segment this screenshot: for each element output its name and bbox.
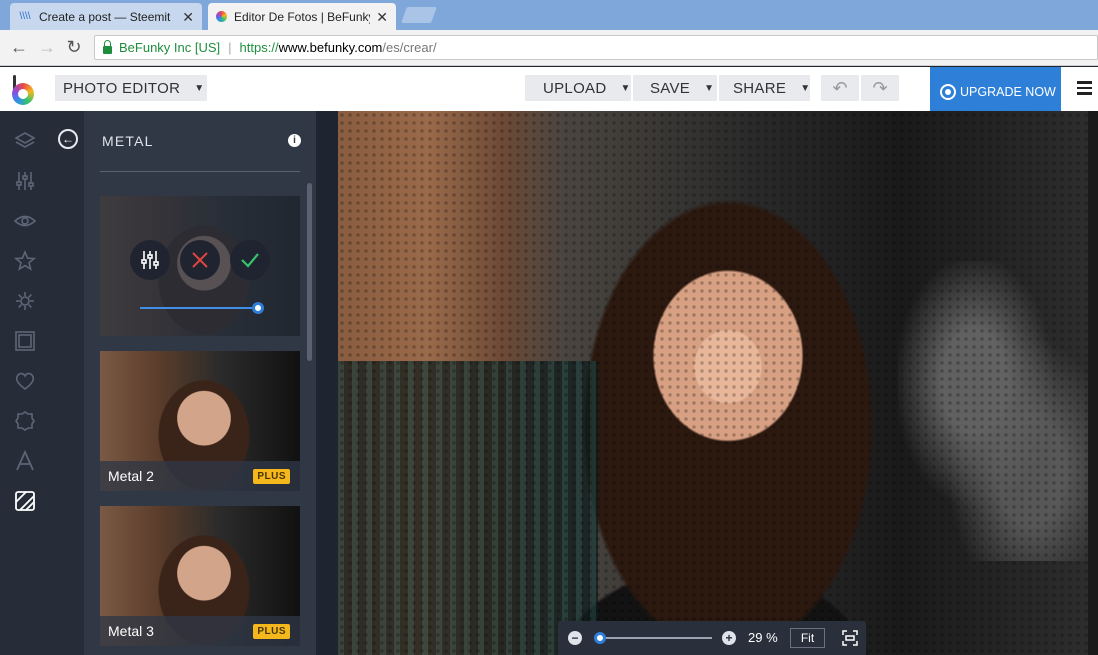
secure-label: BeFunky Inc [US]: [119, 40, 221, 55]
caret-down-icon: ▼: [704, 82, 715, 94]
redo-icon: ↷: [872, 77, 888, 98]
browser-tab-bar: \\\\ Create a post — Steemit ✕ Editor De…: [0, 0, 1098, 30]
sliders-icon: [141, 251, 159, 269]
save-label: SAVE: [650, 79, 691, 97]
zoom-slider[interactable]: [600, 637, 712, 639]
fullscreen-icon[interactable]: [842, 630, 858, 646]
gear-flower-icon[interactable]: [13, 289, 37, 313]
undo-icon: ↶: [832, 77, 848, 98]
effect-amount-slider[interactable]: [140, 307, 258, 309]
share-label: SHARE: [733, 79, 787, 97]
close-tab-icon[interactable]: ✕: [182, 9, 194, 26]
plus-badge: PLUS: [253, 624, 290, 639]
upload-button[interactable]: UPLOAD ▼: [525, 75, 631, 101]
effect-metal-2[interactable]: Metal 2 PLUS: [100, 351, 300, 491]
browser-tab-befunky[interactable]: Editor De Fotos | BeFunky ✕: [208, 3, 396, 30]
panel-title: METAL: [102, 133, 154, 149]
panel-divider: [100, 171, 300, 172]
caret-down-icon: ▼: [620, 82, 631, 94]
frame-icon[interactable]: [13, 329, 37, 353]
zoom-value: 29 %: [748, 630, 778, 645]
close-tab-icon[interactable]: ✕: [376, 9, 388, 26]
address-bar: ← → ↻ BeFunky Inc [US] | https://www.bef…: [0, 30, 1098, 66]
upgrade-label: UPGRADE NOW: [960, 85, 1056, 99]
canvas-scrollbar[interactable]: [1088, 111, 1098, 655]
effect-metal-3[interactable]: Metal 3 PLUS: [100, 506, 300, 655]
heart-icon[interactable]: [13, 369, 37, 393]
tab-title: Create a post — Steemit: [39, 9, 171, 24]
effect-amount-knob[interactable]: [252, 302, 264, 314]
check-icon: [241, 253, 259, 268]
new-tab-button[interactable]: [401, 7, 437, 23]
photo-canvas[interactable]: [338, 111, 1098, 655]
close-icon: [192, 252, 208, 268]
metal-texture-overlay: [338, 111, 1098, 655]
url-path: /es/crear/: [382, 40, 437, 55]
photo-editor-dropdown[interactable]: PHOTO EDITOR ▼: [55, 75, 207, 101]
upload-label: UPLOAD: [543, 79, 607, 97]
badge-icon[interactable]: [13, 409, 37, 433]
hamburger-menu-icon[interactable]: [1077, 81, 1092, 95]
app-header: PHOTO EDITOR ▼ UPLOAD ▼ SAVE ▼ SHARE ▼ ↶ ↷ U…: [0, 67, 1098, 117]
tool-rail: [0, 111, 50, 655]
save-button[interactable]: SAVE ▼: [633, 75, 717, 101]
url-host: www.befunky.com: [278, 40, 383, 55]
fit-button[interactable]: Fit: [790, 628, 825, 648]
browser-tab-steemit[interactable]: \\\\ Create a post — Steemit ✕: [10, 3, 202, 30]
forward-arrow-icon[interactable]: →: [36, 36, 58, 58]
redo-button[interactable]: ↷: [861, 75, 899, 101]
info-icon[interactable]: i: [288, 134, 301, 147]
effect-settings-button[interactable]: [130, 240, 170, 280]
plus-badge: PLUS: [253, 469, 290, 484]
zoom-slider-knob[interactable]: [594, 632, 606, 644]
reload-icon[interactable]: ↻: [63, 36, 85, 58]
tab-title: Editor De Fotos | BeFunky: [234, 9, 370, 24]
effect-label: Metal 3: [108, 623, 154, 639]
url-input[interactable]: BeFunky Inc [US] | https://www.befunky.c…: [94, 35, 1098, 60]
zoom-bar: − + 29 % Fit: [558, 621, 866, 655]
star-icon[interactable]: [13, 249, 37, 273]
share-button[interactable]: SHARE ▼: [719, 75, 810, 101]
zoom-out-icon[interactable]: −: [568, 631, 582, 645]
befunky-icon: [216, 11, 227, 22]
effect-label: Metal 2: [108, 468, 154, 484]
upgrade-now-button[interactable]: UPGRADE NOW: [930, 67, 1061, 117]
text-icon[interactable]: [13, 449, 37, 473]
apply-effect-button[interactable]: [230, 240, 270, 280]
cancel-effect-button[interactable]: [180, 240, 220, 280]
sliders-icon[interactable]: [13, 169, 37, 193]
caret-down-icon: ▼: [800, 82, 811, 94]
back-icon[interactable]: ←: [58, 129, 78, 149]
lock-icon: [103, 39, 112, 54]
steemit-icon: \\\\: [19, 11, 31, 22]
award-icon: [940, 84, 956, 100]
panel-scrollbar[interactable]: [307, 183, 312, 361]
back-arrow-icon[interactable]: ←: [8, 36, 30, 58]
caret-down-icon: ▼: [194, 82, 205, 94]
photo-editor-label: PHOTO EDITOR: [63, 79, 181, 97]
url-scheme: https://: [239, 40, 279, 55]
zoom-in-icon[interactable]: +: [722, 631, 736, 645]
befunky-logo[interactable]: [12, 75, 38, 105]
texture-icon[interactable]: [13, 489, 37, 513]
layers-icon[interactable]: [13, 129, 37, 153]
undo-button[interactable]: ↶: [821, 75, 859, 101]
eye-icon[interactable]: [13, 209, 37, 233]
